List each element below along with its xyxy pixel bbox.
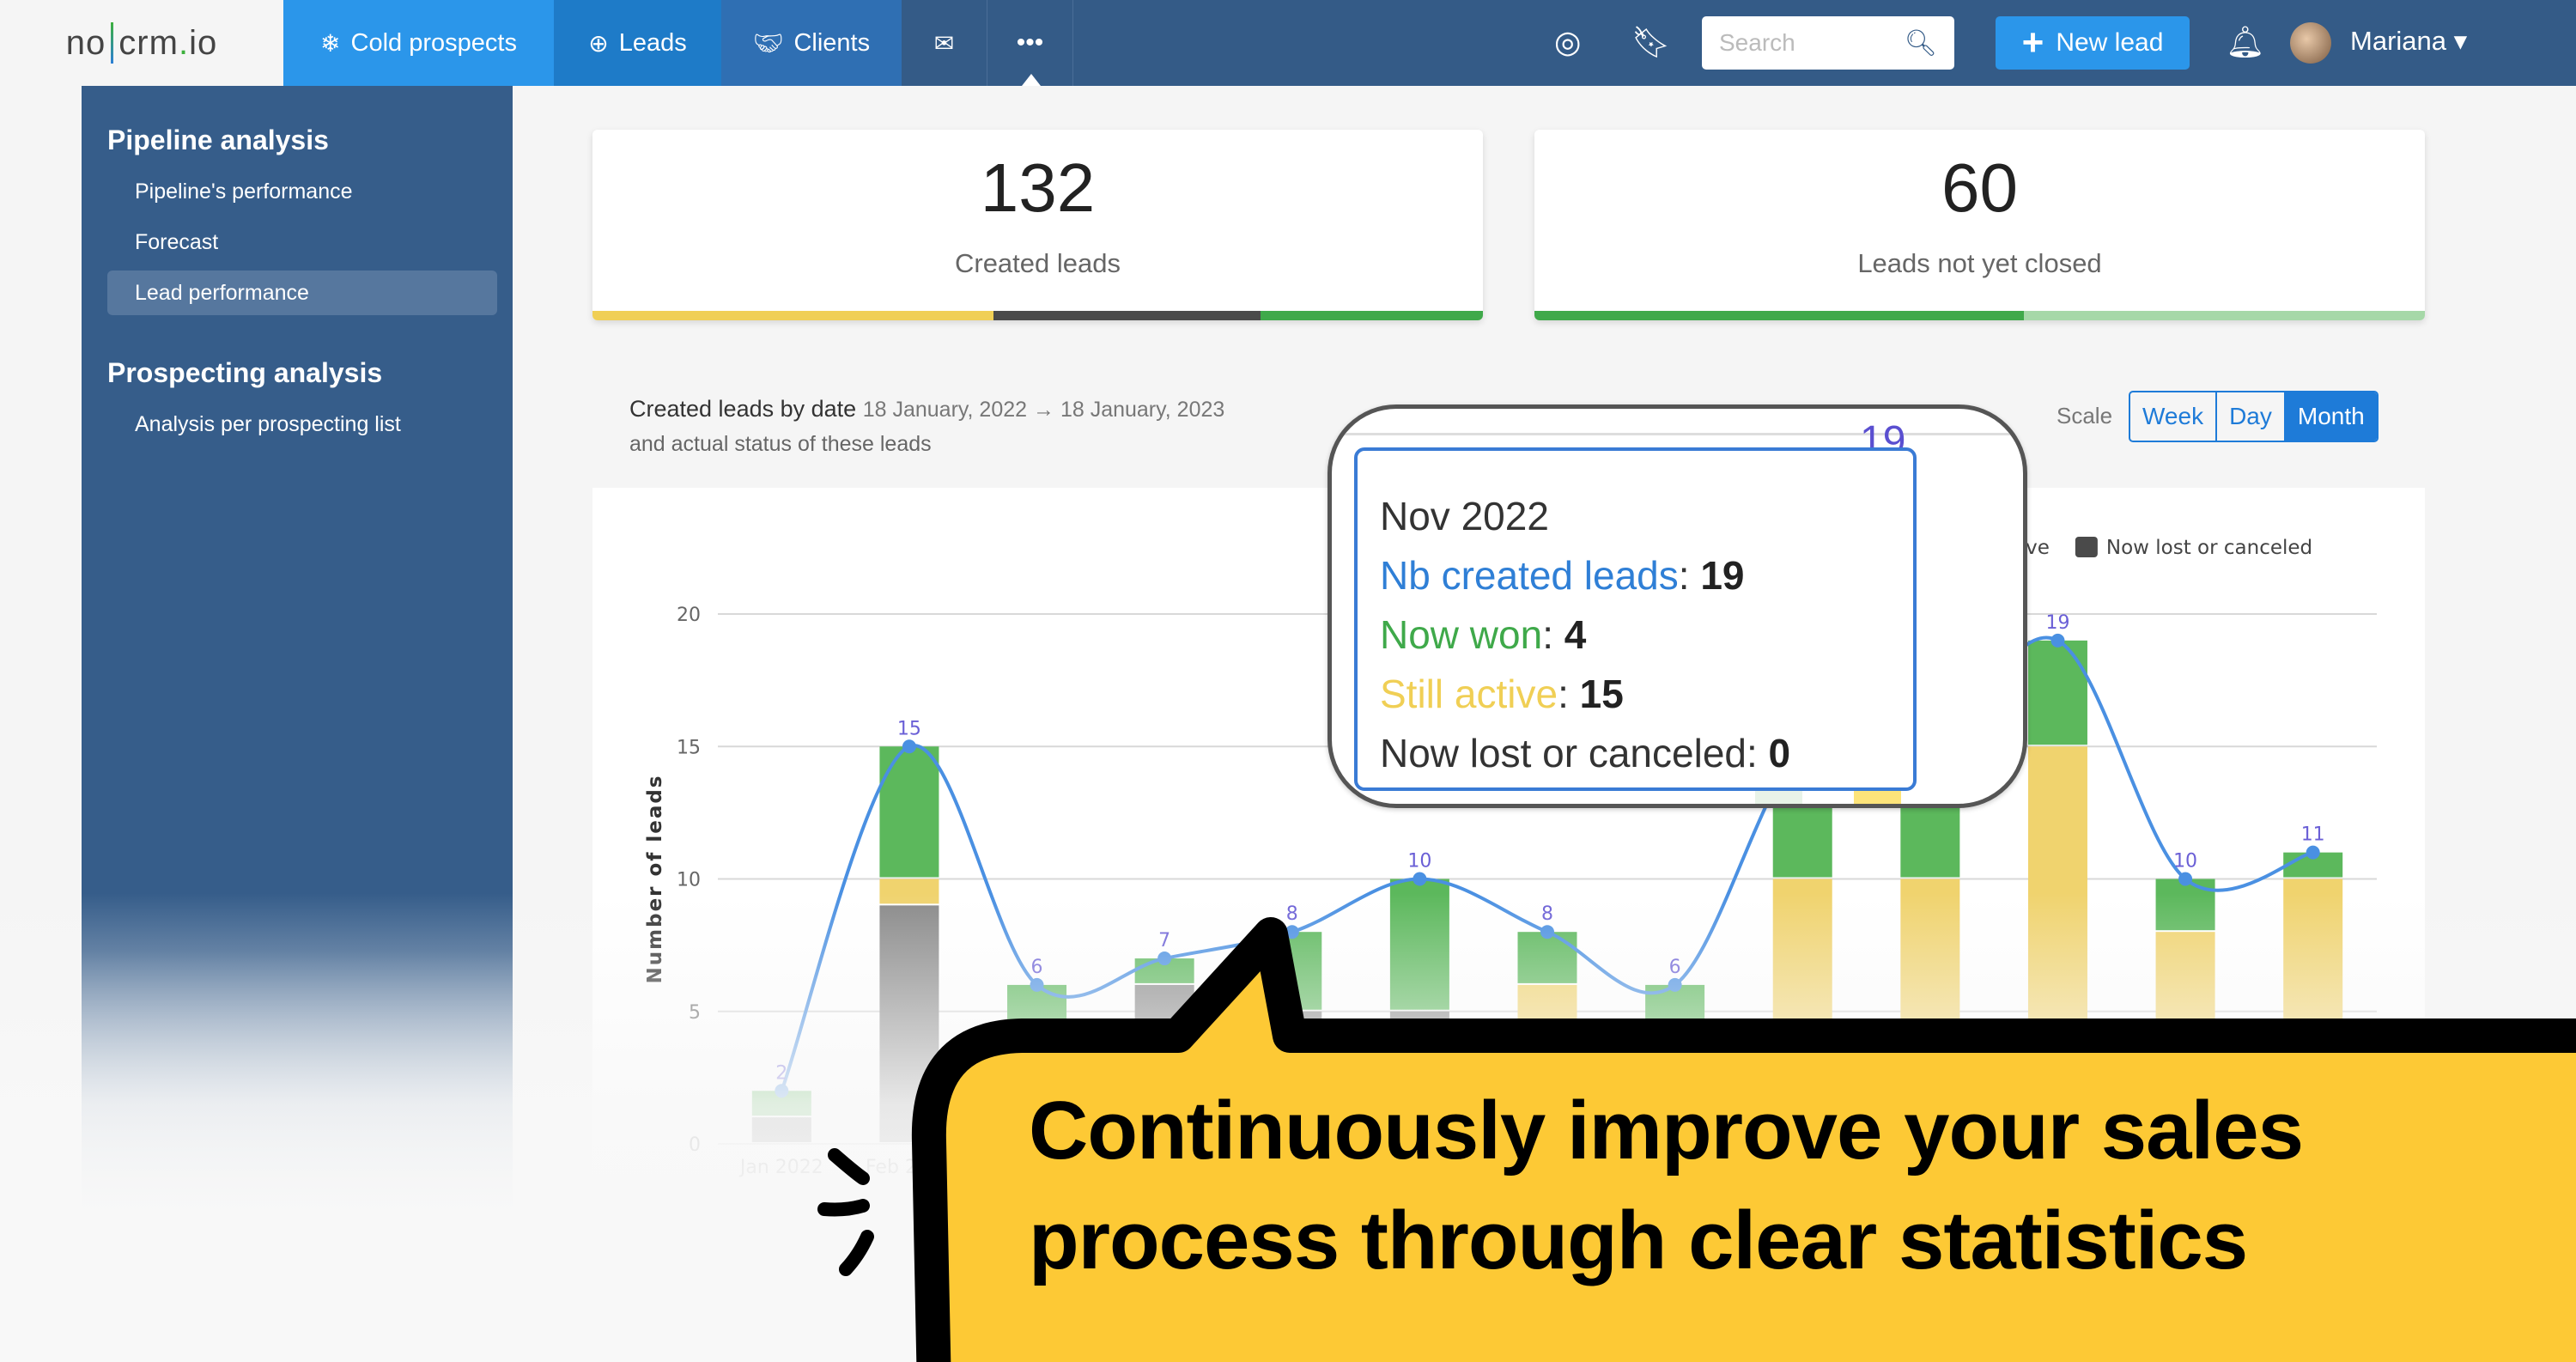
tooltip-label: Nb created leads	[1380, 553, 1679, 598]
callout-line-2: process through clear statistics	[1029, 1195, 2248, 1286]
callout-line-1: Continuously improve your sales	[1029, 1085, 2304, 1177]
gridline	[1332, 433, 2023, 435]
tooltip-row: Now won: 4	[1380, 612, 1587, 657]
data-label: 10	[2173, 851, 2197, 873]
tooltip-label: Still active	[1380, 672, 1558, 716]
tooltip-label: Now lost or canceled	[1380, 731, 1747, 775]
line-point	[2306, 845, 2320, 860]
legend-label: Now lost or canceled	[2106, 537, 2312, 559]
data-label: 15	[897, 718, 921, 739]
legend-swatch	[2075, 537, 2098, 557]
line-point	[902, 739, 916, 754]
line-point	[1413, 872, 1427, 886]
tooltip-row: Nb created leads: 19	[1380, 553, 1745, 598]
magnifier-lens: 15 19 Nov 2022 Nb created leads: 19 Now …	[1327, 404, 2027, 808]
tooltip-label: Now won	[1380, 612, 1543, 657]
tooltip-title: Nov 2022	[1380, 494, 1549, 538]
data-label: 10	[1407, 851, 1431, 873]
data-label: 11	[2301, 824, 2325, 846]
tooltip-value: 15	[1579, 672, 1624, 716]
bar-segment	[2027, 640, 2087, 745]
line-point	[2050, 633, 2065, 648]
chart-tooltip: Nov 2022 Nb created leads: 19 Now won: 4…	[1354, 447, 1917, 791]
tooltip-value: 0	[1768, 731, 1791, 775]
y-tick-label: 10	[677, 870, 701, 891]
y-tick-label: 15	[677, 737, 701, 758]
tooltip-row: Still active: 15	[1380, 672, 1624, 716]
tooltip-value: 19	[1700, 553, 1745, 598]
y-tick-label: 20	[677, 605, 701, 626]
line-point	[2178, 872, 2193, 886]
tooltip-row: Now lost or canceled: 0	[1380, 731, 1791, 775]
data-label: 19	[2045, 612, 2069, 634]
bar-segment	[879, 746, 939, 878]
tooltip-value: 4	[1564, 612, 1587, 657]
